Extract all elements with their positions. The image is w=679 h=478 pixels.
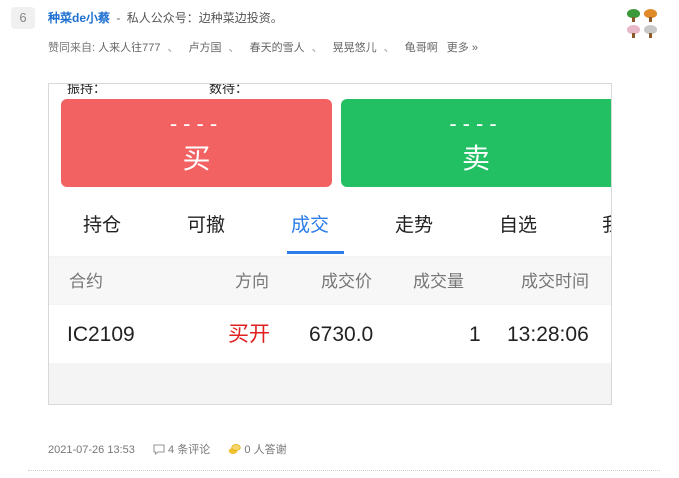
liker-separator: 、 [383,42,395,54]
liker-separator: 、 [228,42,240,54]
clipped-label: 数待： [209,83,249,96]
buy-label: 买 [182,143,211,174]
sell-label: 卖 [461,143,490,174]
comment-icon[interactable] [153,444,165,460]
attached-screenshot[interactable]: 振持： 数待： ---- 买 ---- 卖 持仓 可撤 成交 走势 自选 我 合… [48,83,612,405]
comments-link[interactable]: 4 条评论 [168,444,210,456]
buy-button: ---- 买 [61,99,332,187]
sell-price: ---- [449,111,503,136]
liker-link[interactable]: 晃晃悠儿 [333,42,377,54]
tab-cancellable: 可撤 [187,215,226,236]
liker-separator: 、 [311,42,323,54]
trades-table-header: 合约 方向 成交价 成交量 成交时间 [49,258,611,304]
column-header: 成交时间 [521,272,589,291]
tab-trend: 走势 [395,215,434,236]
column-header: 成交量 [413,272,464,291]
author-bio: 私人公众号：边种菜边投资。 [126,11,283,25]
tree-icon [644,9,657,22]
tab-positions: 持仓 [83,215,122,236]
tab-clipped: 我 [602,214,611,238]
answer-footer: 2021-07-26 13:53 4 条评论 0 人答谢 [48,442,287,460]
liker-separator: 、 [167,42,179,54]
author-link[interactable]: 种菜de小蔡 [48,11,110,25]
answer-header: 种菜de小蔡 - 私人公众号：边种菜边投资。 [48,10,283,26]
direction-cell: 买开 [228,323,270,346]
liker-link[interactable]: 龟哥啊 [405,42,438,54]
column-header: 合约 [69,272,103,291]
coins-icon[interactable] [228,443,242,460]
thanks-link[interactable]: 0 人答谢 [244,444,286,456]
tree-icon [627,9,640,22]
liker-link[interactable]: 人来人往777 [98,42,160,54]
user-badges [627,9,661,39]
time-cell: 13:28:06 [507,323,589,346]
liker-link[interactable]: 卢方国 [189,42,222,54]
answer-divider [28,470,660,471]
author-separator: - [116,11,121,25]
more-likers-link[interactable]: 更多 » [447,42,478,54]
sell-button: ---- 卖 [341,99,611,187]
likes-prefix: 赞同来自: [48,42,96,54]
table-row: IC2109 买开 6730.0 1 13:28:06 [49,305,611,363]
tab-trades: 成交 [291,215,330,236]
tree-icon [644,25,657,38]
column-header: 成交价 [321,272,372,291]
answer-rank-badge: 6 [11,7,35,29]
clipped-label: 振持： [67,83,107,96]
trade-panel: 振持： 数待： ---- 买 ---- 卖 [49,84,611,194]
answer-timestamp: 2021-07-26 13:53 [48,444,135,456]
column-header: 方向 [235,272,269,291]
price-cell: 6730.0 [309,323,374,346]
tab-watchlist: 自选 [499,215,538,236]
tree-icon [627,25,640,38]
likes-line: 赞同来自: 人来人往777、 卢方国、 春天的雪人、 晃晃悠儿、 龟哥啊 更多 … [48,40,478,56]
active-tab-indicator [287,251,344,254]
contract-cell: IC2109 [67,323,135,346]
volume-cell: 1 [469,323,481,346]
buy-price: ---- [169,111,224,136]
liker-link[interactable]: 春天的雪人 [250,42,305,54]
tab-bar: 持仓 可撤 成交 走势 自选 我 [49,194,611,256]
